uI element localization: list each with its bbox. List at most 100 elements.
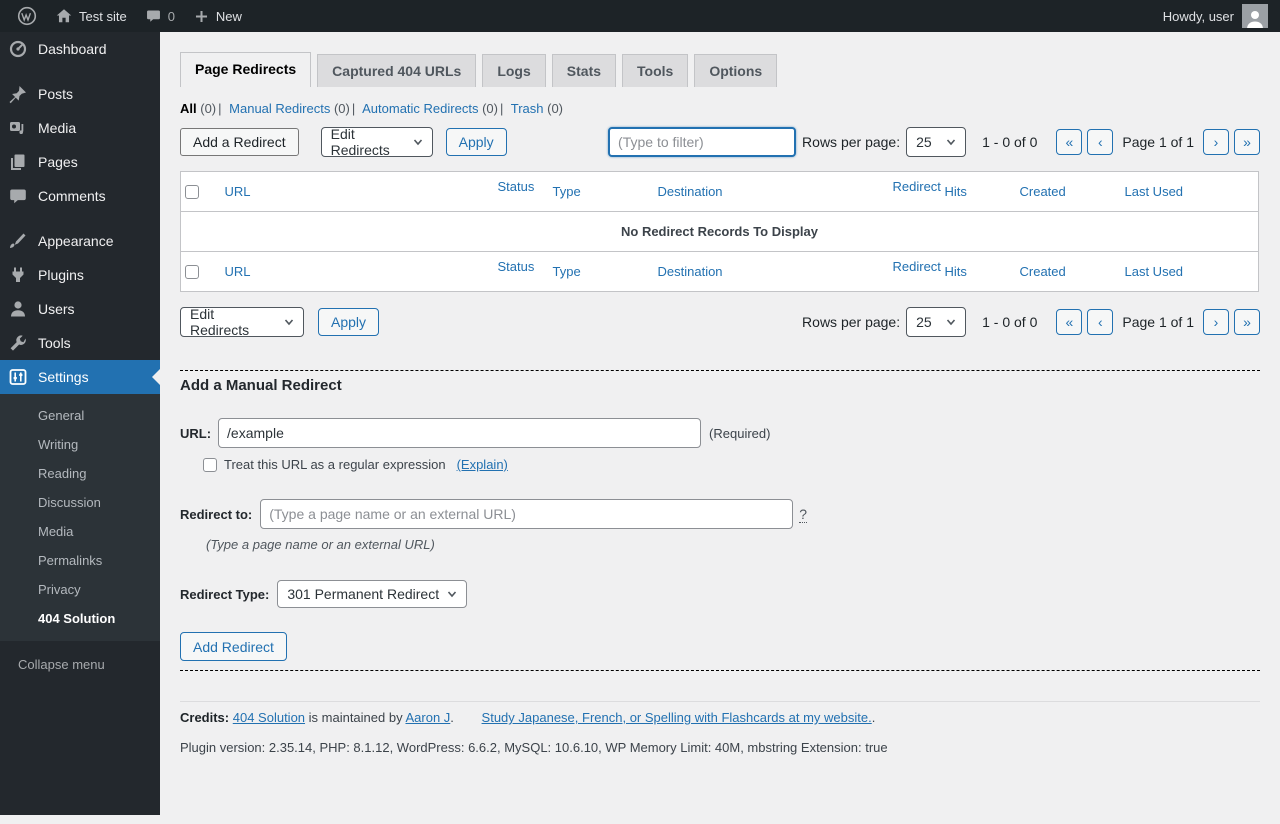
tab-bar: Page Redirects Captured 404 URLs Logs St… [180,52,1260,87]
bottom-toolbar: Edit Redirects Apply Rows per page: 25 1… [180,307,1260,337]
filter-separator: | [500,101,503,116]
bulk-action-select[interactable]: Edit Redirects [321,127,433,157]
sidebar-item-appearance[interactable]: Appearance [0,224,160,258]
sidebar-item-pages[interactable]: Pages [0,145,160,179]
plugin-homepage-link[interactable]: 404 Solution [233,710,305,725]
visit-site-link[interactable]: Test site [46,0,136,32]
redirect-type-label: Redirect Type: [180,587,269,602]
footer-divider [180,701,1260,702]
submenu-discussion[interactable]: Discussion [0,488,160,517]
next-page-button[interactable]: › [1203,129,1229,155]
redirect-to-field[interactable] [260,499,793,529]
tab-options[interactable]: Options [694,54,777,87]
sidebar-item-label: Users [38,301,75,317]
sidebar-item-media[interactable]: Media [0,111,160,145]
redirect-to-label: Redirect to: [180,507,252,522]
filter-all[interactable]: All [180,101,197,116]
sidebar-item-label: Appearance [38,233,114,249]
rows-per-page-select-bottom[interactable]: 25 [906,307,966,337]
tab-page-redirects[interactable]: Page Redirects [180,52,311,87]
pagination-area-bottom: Rows per page: 25 1 - 0 of 0 « ‹ Page 1 … [802,307,1260,337]
tab-logs[interactable]: Logs [482,54,545,87]
column-footer-created[interactable]: Created [1020,264,1066,279]
apply-button[interactable]: Apply [446,128,507,156]
top-toolbar: Add a Redirect Edit Redirects Apply Rows… [180,127,1260,157]
dot: . [872,710,876,725]
credits-label: Credits: [180,710,229,725]
maintained-text: is maintained by [305,710,405,725]
select-all-checkbox[interactable] [185,185,199,199]
dashed-separator [180,370,1260,371]
comments-bubble-link[interactable]: 0 [136,0,184,32]
submenu-privacy[interactable]: Privacy [0,575,160,604]
settings-submenu: General Writing Reading Discussion Media… [0,394,160,641]
regex-form-row: Treat this URL as a regular expression (… [180,457,1260,472]
howdy-account-link[interactable]: Howdy, user [1163,4,1268,28]
filter-input[interactable] [608,127,796,157]
new-content-link[interactable]: New [184,0,251,32]
plus-icon [193,8,210,25]
promo-link[interactable]: Study Japanese, French, or Spelling with… [482,710,872,725]
submenu-general[interactable]: General [0,401,160,430]
select-all-checkbox-bottom[interactable] [185,265,199,279]
filter-automatic-redirects[interactable]: Automatic Redirects [362,101,478,116]
rows-per-page-label: Rows per page: [802,134,900,150]
submenu-writing[interactable]: Writing [0,430,160,459]
column-footer-type[interactable]: Type [553,264,581,279]
redirect-type-select[interactable]: 301 Permanent Redirect [277,580,467,608]
sidebar-item-users[interactable]: Users [0,292,160,326]
column-header-type[interactable]: Type [553,184,581,199]
column-header-last-used[interactable]: Last Used [1125,184,1184,199]
sidebar-item-dashboard[interactable]: Dashboard [0,32,160,66]
sidebar-item-settings[interactable]: Settings [0,360,160,394]
tab-stats[interactable]: Stats [552,54,616,87]
filter-count: (0) [482,101,498,116]
filter-manual-redirects[interactable]: Manual Redirects [229,101,330,116]
column-header-destination[interactable]: Destination [658,184,723,199]
prev-page-button[interactable]: ‹ [1087,129,1113,155]
filter-trash[interactable]: Trash [511,101,544,116]
add-redirect-button[interactable]: Add Redirect [180,632,287,661]
last-page-button[interactable]: » [1234,129,1260,155]
bulk-action-select-bottom[interactable]: Edit Redirects [180,307,304,337]
regex-checkbox[interactable] [203,458,217,472]
sidebar-item-comments[interactable]: Comments [0,179,160,213]
column-footer-hits[interactable]: Hits [945,264,967,279]
column-footer-destination[interactable]: Destination [658,264,723,279]
submenu-media[interactable]: Media [0,517,160,546]
submenu-reading[interactable]: Reading [0,459,160,488]
wordpress-logo-menu[interactable] [8,0,46,32]
column-footer-last-used[interactable]: Last Used [1125,264,1184,279]
column-header-url[interactable]: URL [225,184,251,199]
collapse-menu-button[interactable]: Collapse menu [0,647,160,681]
sidebar-item-plugins[interactable]: Plugins [0,258,160,292]
author-link[interactable]: Aaron J [405,710,450,725]
help-question-link[interactable]: ? [799,506,807,523]
sidebar-item-tools[interactable]: Tools [0,326,160,360]
add-a-redirect-button[interactable]: Add a Redirect [180,128,299,156]
column-header-status[interactable]: Status [498,179,535,194]
prev-page-button-bottom[interactable]: ‹ [1087,309,1113,335]
url-field[interactable] [218,418,701,448]
column-header-hits[interactable]: Hits [945,184,967,199]
rows-per-page-select[interactable]: 25 [906,127,966,157]
last-page-button-bottom[interactable]: » [1234,309,1260,335]
submenu-404-solution[interactable]: 404 Solution [0,604,160,633]
first-page-button-bottom[interactable]: « [1056,309,1082,335]
column-footer-status[interactable]: Status [498,259,535,274]
first-page-button[interactable]: « [1056,129,1082,155]
tab-captured-404-urls[interactable]: Captured 404 URLs [317,54,476,87]
redirect-to-form-row: Redirect to: ? [180,499,1260,529]
submenu-permalinks[interactable]: Permalinks [0,546,160,575]
rows-per-page-value: 25 [916,134,932,150]
apply-button-bottom[interactable]: Apply [318,308,379,336]
column-header-redirect[interactable]: Redirect [893,179,941,194]
column-header-created[interactable]: Created [1020,184,1066,199]
explain-link[interactable]: (Explain) [457,457,508,472]
column-footer-url[interactable]: URL [225,264,251,279]
sidebar-item-posts[interactable]: Posts [0,77,160,111]
next-page-button-bottom[interactable]: › [1203,309,1229,335]
page-info: Page 1 of 1 [1122,314,1194,330]
tab-tools[interactable]: Tools [622,54,688,87]
column-footer-redirect[interactable]: Redirect [893,259,941,274]
